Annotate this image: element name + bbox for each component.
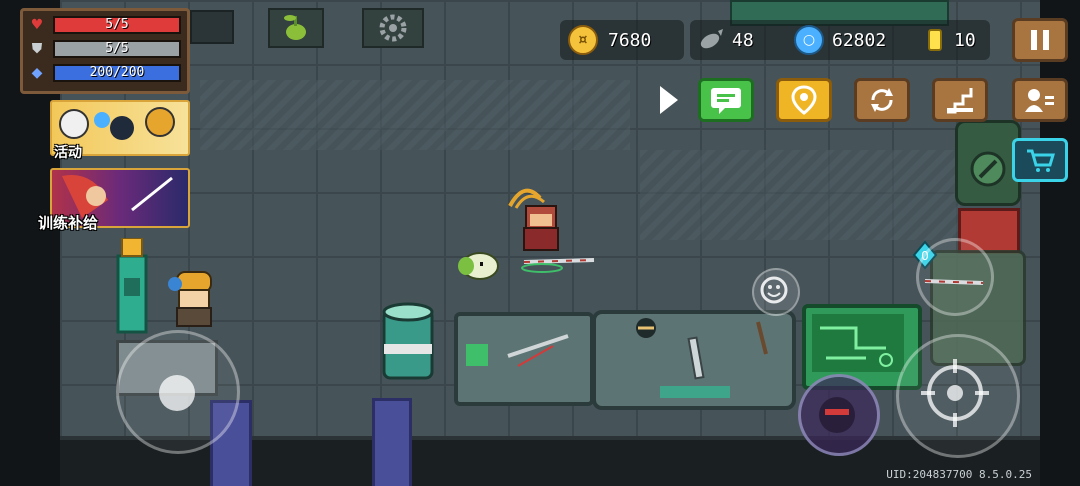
training-label[interactable]: 训练补给: [0, 212, 136, 233]
gem-counter: ○ 62802: [794, 22, 886, 58]
hp-value: 5/5: [105, 17, 129, 32]
pause-icon: [1031, 30, 1049, 50]
armor-value: 5/5: [105, 41, 129, 56]
chat-button[interactable]: [698, 78, 754, 122]
fish-icon: [700, 29, 723, 49]
emote-button[interactable]: [752, 268, 800, 316]
attack-joystick[interactable]: [896, 334, 1020, 458]
diamond-icon: ◆: [31, 65, 43, 81]
dumpling-pet-icon: [458, 252, 499, 280]
sprout-icon: [284, 15, 306, 40]
gear-icon: [379, 14, 407, 42]
pet-companion: [456, 246, 502, 282]
hp-bar: 5/5: [53, 16, 181, 34]
armor-bar: 5/5: [53, 40, 181, 58]
cart-icon: [1027, 149, 1055, 172]
game-scene[interactable]: 0 ♥ 5/5 ⛊ 5/5 ◆ 200/200 活动 训练补给 ¤ 7680 4…: [0, 0, 1080, 486]
joystick-knob[interactable]: [159, 375, 195, 411]
player-character: [494, 178, 598, 274]
vending-machine[interactable]: [112, 237, 152, 334]
wall-vent: [190, 10, 234, 44]
player-stats-panel: ♥ 5/5 ⛊ 5/5 ◆ 200/200: [20, 8, 190, 94]
tank-icon: [382, 302, 434, 380]
right-wall: [1040, 0, 1080, 486]
gear-station[interactable]: [362, 8, 424, 48]
activity-label[interactable]: 活动: [0, 142, 136, 162]
hp-row: ♥ 5/5: [29, 15, 181, 35]
crosshair-icon: [921, 359, 989, 427]
green-tank: [380, 300, 436, 382]
token-counter: 10: [928, 22, 976, 58]
circuit-icon: [812, 314, 904, 372]
fish-counter: 48: [696, 22, 754, 58]
energy-value: 200/200: [89, 65, 145, 80]
weapon-table-left[interactable]: [454, 312, 594, 406]
expand-arrow-icon[interactable]: [660, 86, 678, 114]
location-button[interactable]: [776, 78, 832, 122]
spear-icon: [924, 279, 984, 285]
ninja-skill-icon: [819, 397, 855, 433]
vending-machine-icon: [116, 237, 148, 334]
gold-value: 7680: [608, 29, 652, 51]
energy-bar: 200/200: [53, 64, 181, 82]
profile-icon: [1025, 89, 1054, 112]
purple-pipe: [372, 398, 412, 486]
floor-pattern: [640, 150, 960, 240]
floor-pattern: [200, 80, 630, 150]
refresh-icon: [871, 88, 893, 112]
chat-icon: [711, 88, 741, 114]
shop-button[interactable]: [1012, 138, 1068, 182]
barrel-icon: [970, 151, 1006, 187]
token-value: 10: [954, 29, 976, 51]
stairs-icon: [947, 88, 973, 114]
npc-miner[interactable]: [165, 268, 223, 330]
skill-button[interactable]: [798, 374, 880, 456]
gem-icon: ○: [794, 25, 824, 55]
sword-icon: [636, 318, 768, 398]
coin-icon: ¤: [568, 25, 598, 55]
shield-icon: ⛊: [31, 41, 43, 57]
stairs-button[interactable]: [932, 78, 988, 122]
miner-npc-icon: [168, 271, 212, 327]
location-icon: [791, 85, 817, 115]
plant-pot[interactable]: [268, 8, 324, 48]
gold-counter: ¤ 7680: [568, 22, 651, 58]
movement-joystick[interactable]: [116, 330, 240, 454]
monkey-king-icon: [508, 188, 595, 273]
gem-value: 62802: [832, 29, 887, 51]
smiley-icon: [760, 276, 788, 304]
token-icon: [928, 29, 942, 51]
weapon-slot[interactable]: [916, 238, 994, 316]
uid-version-text: UID:204837700 8.5.0.25: [886, 468, 1032, 481]
profile-button[interactable]: [1012, 78, 1068, 122]
weapon-table-center[interactable]: [592, 310, 796, 410]
heart-icon: ♥: [30, 17, 44, 33]
refresh-button[interactable]: [854, 78, 910, 122]
energy-row: ◆ 200/200: [29, 63, 181, 83]
weapon-rack-icon: [466, 334, 569, 367]
fish-value: 48: [732, 29, 754, 51]
pause-button[interactable]: [1012, 18, 1068, 62]
armor-row: ⛊ 5/5: [29, 39, 181, 59]
